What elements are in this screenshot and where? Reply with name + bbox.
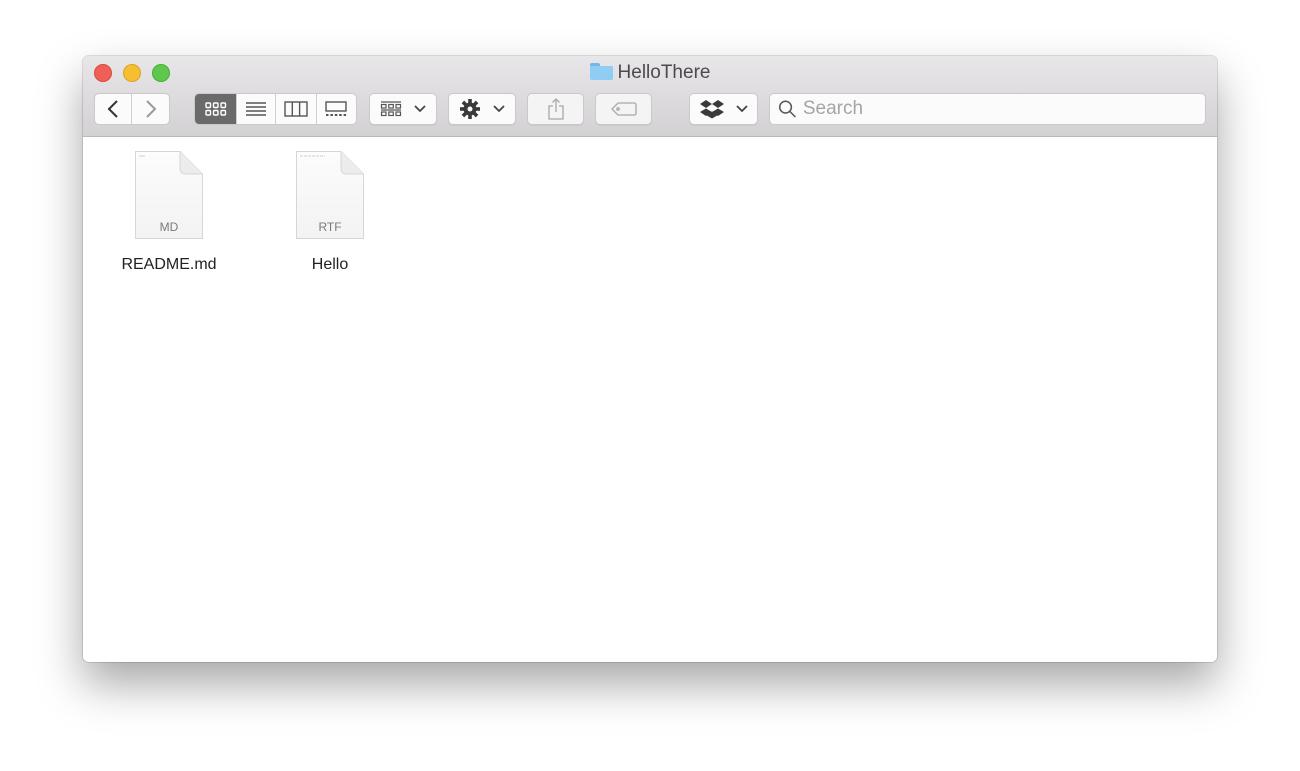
group-icon	[380, 101, 402, 117]
chevron-left-icon	[107, 100, 118, 118]
gallery-view-button[interactable]	[317, 94, 357, 124]
group-by-menu-button[interactable]	[369, 93, 437, 125]
icon-view-button[interactable]	[195, 94, 238, 124]
gear-icon	[460, 99, 480, 119]
grid-icon	[205, 102, 226, 116]
file-name: README.md	[121, 256, 217, 273]
titlebar: HelloThere	[83, 56, 1217, 137]
back-button[interactable]	[95, 94, 132, 124]
navigation-buttons	[94, 93, 170, 125]
search-icon	[778, 100, 796, 118]
chevron-down-icon	[735, 105, 748, 113]
columns-icon	[284, 101, 308, 117]
gallery-icon	[325, 101, 347, 116]
action-menu-button[interactable]	[448, 93, 516, 125]
file-item[interactable]: MD README.md	[109, 150, 229, 274]
search-field[interactable]	[769, 93, 1206, 125]
file-icon-grid: MD README.md RTF Hello	[83, 138, 1217, 662]
list-view-button[interactable]	[237, 94, 276, 124]
tags-button[interactable]	[595, 93, 652, 125]
window-title-text: HelloThere	[617, 62, 711, 83]
file-type-label: MD	[159, 220, 179, 234]
document-icon: MD	[134, 150, 204, 240]
file-type-label: RTF	[318, 220, 342, 234]
finder-window: HelloThere Search MD README.md RTF Hello	[83, 56, 1217, 662]
file-name: Hello	[311, 256, 349, 273]
chevron-down-icon	[493, 105, 505, 113]
dropbox-icon	[699, 100, 724, 119]
document-icon: RTF	[295, 150, 365, 240]
file-item[interactable]: RTF Hello	[270, 150, 390, 274]
forward-button[interactable]	[132, 94, 169, 124]
share-button[interactable]	[527, 93, 584, 125]
dropbox-menu-button[interactable]	[689, 93, 758, 125]
chevron-down-icon	[414, 105, 426, 113]
folder-icon	[589, 63, 613, 80]
view-mode-selector	[194, 93, 357, 125]
tag-icon	[610, 102, 637, 116]
share-icon	[547, 98, 564, 120]
search-input[interactable]	[802, 98, 1205, 120]
list-icon	[246, 102, 267, 116]
column-view-button[interactable]	[276, 94, 317, 124]
chevron-right-icon	[145, 100, 156, 118]
window-title: HelloThere	[83, 62, 1217, 84]
